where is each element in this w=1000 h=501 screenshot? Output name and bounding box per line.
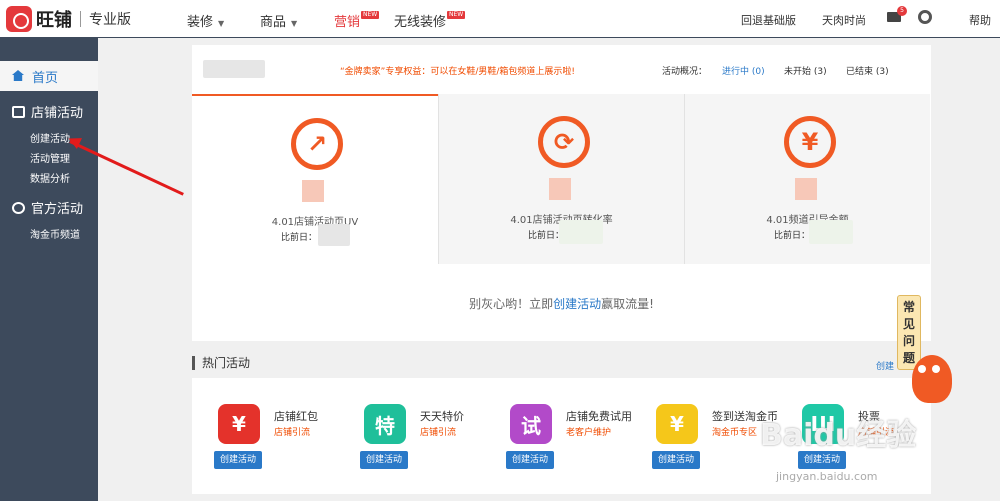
card-value-placeholder (549, 178, 571, 200)
help-link[interactable]: 帮助 (969, 12, 991, 28)
create-activity-button[interactable]: 创建活动 (652, 451, 700, 469)
blurred-value (318, 224, 350, 246)
nav-products[interactable]: 商品 ▼ (260, 11, 297, 30)
empty-state-message: 别灰心哟！立即创建活动赢取流量! (192, 295, 931, 312)
gear-icon[interactable] (918, 10, 932, 24)
nav-marketing-label: 营销 (334, 15, 361, 30)
activity-name: 店铺免费试用 (566, 410, 632, 423)
wangpu-logo-icon (6, 6, 32, 32)
official-activity-icon (12, 201, 25, 214)
nav-mobile-decorate-label: 无线装修 (394, 15, 447, 30)
sidebar-item-activity-management[interactable]: 活动管理 (30, 150, 70, 165)
sidebar-item-home[interactable]: 首页 (0, 61, 98, 91)
shop-name-link[interactable]: 天肉时尚 (822, 12, 866, 28)
card-value-placeholder (302, 180, 324, 202)
nav-marketing[interactable]: 营销NEW (334, 11, 380, 30)
stat-card-conversion[interactable]: ⟳ 4.01店铺活动页转化率 比前日： (438, 94, 684, 264)
card-title: 4.01店铺活动页UV (271, 217, 359, 228)
sidebar-section-official-activities[interactable]: 官方活动 (12, 198, 83, 217)
hot-activities-heading: 热门活动 (192, 356, 250, 370)
sidebar-home-label: 首页 (32, 71, 59, 86)
sidebar-item-data-analysis[interactable]: 数据分析 (30, 170, 70, 185)
special-price-icon: 特 (364, 404, 406, 444)
activity-tag: 老客户维护 (566, 428, 612, 438)
sidebar-section-label: 店铺活动 (31, 106, 84, 121)
hot-create-link[interactable]: 创建 (876, 359, 894, 372)
chevron-down-icon: ▼ (291, 19, 298, 28)
activity-name: 天天特价 (420, 410, 464, 423)
home-icon (12, 70, 24, 81)
empty-state-text: 别灰心哟！立即 (469, 297, 554, 311)
shop-icon (12, 105, 25, 118)
free-trial-icon: 试 (510, 404, 552, 444)
yen-coin-icon: ¥ (784, 116, 836, 168)
edition-label: 专业版 (89, 12, 131, 28)
chevron-down-icon: ▼ (218, 19, 225, 28)
create-activity-button[interactable]: 创建活动 (506, 451, 554, 469)
red-packet-icon: ¥ (218, 404, 260, 444)
card-title: 4.01频道引导金额 (766, 215, 849, 226)
stat-in-progress[interactable]: 进行中 (0) (722, 64, 765, 77)
promo-banner[interactable]: “金牌卖家”专享权益：可以在女鞋/男鞋/箱包频道上展示啦! (340, 64, 575, 77)
revert-basic-link[interactable]: 回退基础版 (741, 12, 796, 28)
logo-divider (80, 11, 81, 27)
sidebar-section-shop-activities[interactable]: 店铺活动 (12, 102, 83, 121)
create-activity-button[interactable]: 创建活动 (214, 451, 262, 469)
empty-state-text-end: 赢取流量! (601, 297, 654, 311)
baidu-watermark: Baidu经验 (760, 418, 917, 453)
card-value-placeholder (795, 178, 817, 200)
nav-mobile-decorate[interactable]: 无线装修NEW (394, 11, 466, 30)
activity-name: 店铺红包 (274, 410, 318, 423)
logo-text: 旺铺 (36, 10, 72, 31)
sidebar-item-create-activity[interactable]: 创建活动 (30, 130, 70, 145)
watermark-url: jingyan.baidu.com (776, 470, 878, 483)
stat-not-started[interactable]: 未开始 (3) (784, 64, 827, 77)
blurred-value (559, 220, 603, 244)
blurred-value (809, 220, 853, 244)
refresh-icon: ⟳ (538, 116, 590, 168)
mascot-icon[interactable] (912, 355, 952, 403)
nav-decorate-label: 装修 (187, 15, 214, 30)
create-activity-button[interactable]: 创建活动 (360, 451, 408, 469)
activity-tag: 店铺引流 (420, 428, 457, 438)
nav-products-label: 商品 (260, 15, 287, 30)
logo[interactable]: 旺铺 专业版 (6, 6, 131, 32)
stat-card-channel-amount[interactable]: ¥ 4.01频道引导金额 比前日： (684, 94, 930, 264)
nav-decorate[interactable]: 装修 ▼ (187, 11, 224, 30)
trend-icon: ↗ (291, 118, 343, 170)
top-bar: 旺铺 专业版 装修 ▼ 商品 ▼ 营销NEW 无线装修NEW 回退基础版 天肉时尚 … (0, 0, 1000, 38)
stat-ended[interactable]: 已结束 (3) (846, 64, 889, 77)
sidebar-item-taojinbi-channel[interactable]: 淘金币频道 (30, 226, 80, 241)
gold-coin-icon: ¥ (656, 404, 698, 444)
faq-tab[interactable]: 常见问题 (897, 295, 921, 370)
sidebar: 首页 店铺活动 创建活动 活动管理 数据分析 官方活动 淘金币频道 (0, 38, 98, 501)
blurred-shop-name (203, 60, 265, 78)
mail-count-badge: 5 (897, 6, 907, 16)
sidebar-section-label: 官方活动 (31, 202, 84, 217)
stat-card-uv[interactable]: ↗ 4.01店铺活动页UV 比前日： (192, 94, 438, 264)
card-compare-label: 比前日： (774, 231, 811, 241)
summary-label: 活动概况： (662, 67, 708, 77)
activity-tag: 淘金币专区 (712, 428, 758, 438)
activity-tag: 店铺引流 (274, 428, 311, 438)
create-activity-link[interactable]: 创建活动 (553, 297, 601, 311)
card-compare-label: 比前日： (281, 233, 318, 243)
new-badge: NEW (447, 11, 466, 19)
new-badge: NEW (361, 11, 380, 19)
